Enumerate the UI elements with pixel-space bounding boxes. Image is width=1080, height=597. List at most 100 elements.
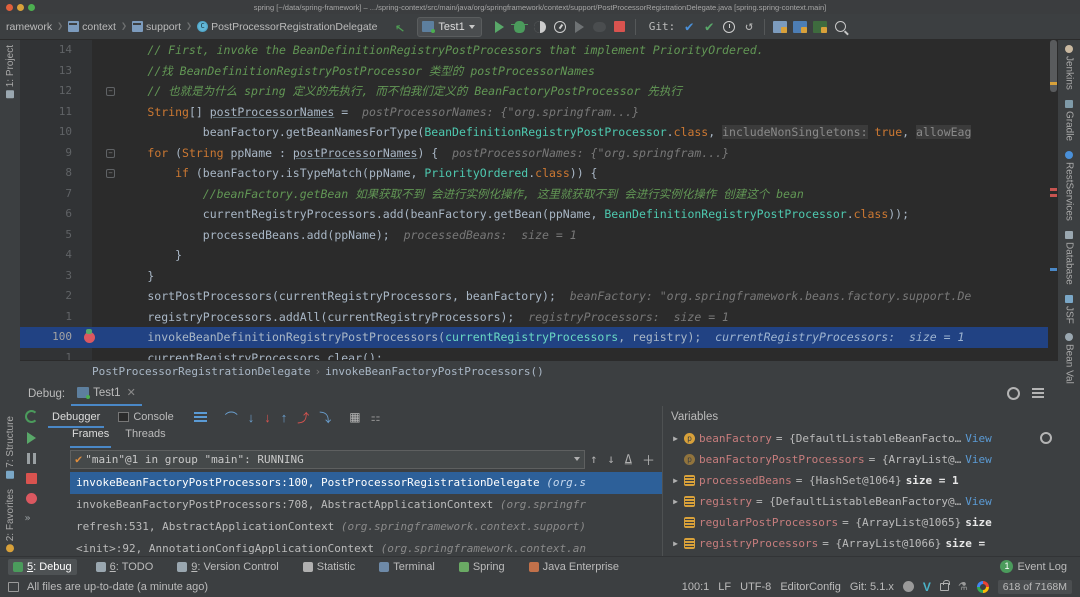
- expand-arrow-icon[interactable]: ▶: [671, 491, 680, 512]
- tool-window-tab-event-log[interactable]: 1 Event Log: [995, 558, 1072, 575]
- move-up-icon[interactable]: ↑: [585, 452, 602, 466]
- variable-view-link[interactable]: View: [965, 449, 992, 470]
- variable-row[interactable]: ▶ processedBeans = {HashSet@1064} size = 1: [663, 470, 1058, 491]
- tool-window-tab-terminal[interactable]: Terminal: [374, 559, 440, 575]
- run-coverage-button[interactable]: [530, 17, 550, 37]
- code-line[interactable]: 1 currentRegistryProcessors.clear();: [20, 348, 1058, 361]
- tab-console[interactable]: Console: [114, 406, 177, 428]
- drop-frame-icon[interactable]: ⤴: [297, 409, 309, 426]
- caret-position[interactable]: 100:1: [682, 581, 710, 593]
- stack-frame-row[interactable]: invokeBeanFactoryPostProcessors:100, Pos…: [70, 472, 662, 494]
- variable-row[interactable]: ▶ beanFactory= {DefaultListableBeanFacto……: [663, 428, 1058, 449]
- run-to-cursor-icon[interactable]: ⤵: [319, 409, 331, 426]
- google-icon[interactable]: [976, 580, 989, 593]
- step-out-icon[interactable]: ↑: [281, 410, 288, 425]
- sidebar-item-favorites[interactable]: 2: Favorites: [5, 484, 16, 557]
- expand-arrow-icon[interactable]: ▶: [671, 428, 680, 449]
- code-line[interactable]: 10 beanFactory.getBeanNamesForType(BeanD…: [20, 122, 1058, 143]
- code-line[interactable]: 13 //找 BeanDefinitionRegistryPostProcess…: [20, 61, 1058, 82]
- fold-marker-icon[interactable]: −: [106, 169, 115, 178]
- code-line[interactable]: 6 currentRegistryProcessors.add(beanFact…: [20, 204, 1058, 225]
- variables-settings-icon[interactable]: [1040, 432, 1052, 444]
- run-configuration-selector[interactable]: Test1: [417, 16, 482, 37]
- code-editor[interactable]: 14 // First, invoke the BeanDefinitionRe…: [20, 40, 1058, 360]
- breadcrumb-method-name[interactable]: invokeBeanFactoryPostProcessors(): [325, 365, 544, 378]
- git-branch[interactable]: Git: 5.1.x: [850, 581, 894, 593]
- fold-marker-icon[interactable]: −: [106, 148, 115, 158]
- tool-window-tab-javaenterprise[interactable]: Java Enterprise: [524, 559, 624, 575]
- code-line[interactable]: 14 // First, invoke the BeanDefinitionRe…: [20, 40, 1058, 61]
- rerun-button[interactable]: [570, 17, 590, 37]
- sidebar-item-structure[interactable]: 7: Structure: [5, 411, 16, 484]
- force-step-into-icon[interactable]: ↓: [264, 410, 271, 425]
- tool-window-tab-spring[interactable]: Spring: [454, 559, 510, 575]
- variable-view-link[interactable]: View: [965, 428, 992, 449]
- code-line[interactable]: 7 //beanFactory.getBean 如果获取不到 会进行实例化操作,…: [20, 184, 1058, 205]
- caret-marker[interactable]: [1050, 268, 1057, 271]
- fold-marker-icon[interactable]: −: [106, 87, 115, 96]
- tab-threads[interactable]: Threads: [123, 428, 167, 448]
- code-line[interactable]: 8 − if (beanFactory.isTypeMatch(ppName, P…: [20, 163, 1058, 184]
- variable-row[interactable]: ▶ registry = {DefaultListableBeanFactory@……: [663, 491, 1058, 512]
- rerun-debug-icon[interactable]: [24, 410, 38, 423]
- evaluate-expression-icon[interactable]: ▦: [349, 410, 360, 424]
- expand-arrow-icon[interactable]: ▶: [671, 533, 680, 554]
- settings-icon[interactable]: ⚏: [371, 411, 381, 424]
- code-line-current[interactable]: 100 invokeBeanDefinitionRegistryPostProc…: [20, 327, 1058, 348]
- variable-row[interactable]: ▶ registryProcessors = {ArrayList@1066} siz…: [663, 533, 1058, 554]
- breadcrumb-framework[interactable]: ramework: [2, 21, 56, 33]
- warning-marker[interactable]: [1050, 82, 1057, 85]
- stack-frame-row[interactable]: invokeBeanFactoryPostProcessors:708, Abs…: [70, 494, 662, 516]
- variables-list[interactable]: ▶ beanFactory= {DefaultListableBeanFacto……: [663, 428, 1058, 554]
- memory-indicator[interactable]: 618 of 7168M: [997, 579, 1072, 594]
- debug-button[interactable]: [510, 17, 530, 37]
- tool-window-tab-debug[interactable]: 5: Debug: [8, 558, 77, 575]
- code-line[interactable]: 2 sortPostProcessors(currentRegistryProc…: [20, 286, 1058, 307]
- code-lines[interactable]: 14 // First, invoke the BeanDefinitionRe…: [20, 40, 1058, 360]
- step-into-icon[interactable]: ↓: [248, 410, 255, 425]
- thread-selector[interactable]: ✔ "main"@1 in group "main": RUNNING: [70, 449, 586, 469]
- sidebar-item-gradle[interactable]: Gradle: [1064, 95, 1075, 146]
- tab-frames[interactable]: Frames: [70, 428, 112, 448]
- sidebar-item-beanval[interactable]: Bean Val: [1064, 328, 1075, 389]
- lock-icon[interactable]: [939, 579, 950, 591]
- breadcrumb-context[interactable]: context: [64, 21, 120, 33]
- stop-program-icon[interactable]: [25, 473, 37, 484]
- variable-row[interactable]: regularPostProcessors = {ArrayList@1065} s…: [663, 512, 1058, 533]
- breadcrumb-class[interactable]: PostProcessorRegistrationDelegate: [193, 21, 381, 33]
- terminal-toggle-button[interactable]: [810, 17, 830, 37]
- stack-frame-row[interactable]: refresh:531, AbstractApplicationContext …: [70, 516, 662, 538]
- search-everywhere-button[interactable]: [830, 17, 850, 37]
- stop-button[interactable]: [610, 17, 630, 37]
- hide-window-icon[interactable]: [1032, 388, 1044, 399]
- tool-window-tab-versioncontrol[interactable]: 9: Version Control: [172, 559, 283, 575]
- breadcrumb-support[interactable]: support: [128, 21, 185, 33]
- project-structure-button[interactable]: [770, 17, 790, 37]
- settings-button[interactable]: [790, 17, 810, 37]
- code-line[interactable]: 4 }: [20, 245, 1058, 266]
- tab-debugger[interactable]: Debugger: [48, 406, 105, 428]
- sidebar-item-jenkins[interactable]: Jenkins: [1064, 40, 1075, 95]
- view-breakpoints-icon[interactable]: [25, 493, 37, 504]
- breakpoint-icon[interactable]: [84, 329, 95, 343]
- inspection-icon[interactable]: ⚗: [958, 580, 968, 593]
- sidebar-item-database[interactable]: Database: [1064, 226, 1075, 290]
- code-line[interactable]: 9 − for (String ppName : postProcessorNam…: [20, 143, 1058, 164]
- error-marker[interactable]: [1050, 194, 1057, 197]
- back-arrow-button[interactable]: ↖: [389, 16, 409, 37]
- add-watch-icon[interactable]: ＋: [637, 450, 660, 469]
- vim-icon[interactable]: V: [923, 580, 931, 594]
- breadcrumb-class-name[interactable]: PostProcessorRegistrationDelegate: [92, 365, 311, 378]
- variable-row[interactable]: beanFactoryPostProcessors= {ArrayList@…V…: [663, 449, 1058, 470]
- code-line[interactable]: 1 registryProcessors.addAll(currentRegis…: [20, 307, 1058, 328]
- resume-program-icon[interactable]: [26, 432, 36, 444]
- debug-session-tab[interactable]: Test1 ✕: [71, 381, 142, 406]
- move-down-icon[interactable]: ↓: [603, 452, 620, 466]
- mute-breakpoints-icon[interactable]: »: [25, 513, 38, 526]
- filter-icon[interactable]: ⍙: [620, 452, 637, 466]
- code-line[interactable]: 11 String[] postProcessorNames = postPro…: [20, 102, 1058, 123]
- code-line[interactable]: 5 processedBeans.add(ppName); processedB…: [20, 225, 1058, 246]
- status-circle-icon[interactable]: [902, 581, 914, 592]
- profile-button[interactable]: [550, 17, 570, 37]
- pause-program-icon[interactable]: [26, 453, 36, 464]
